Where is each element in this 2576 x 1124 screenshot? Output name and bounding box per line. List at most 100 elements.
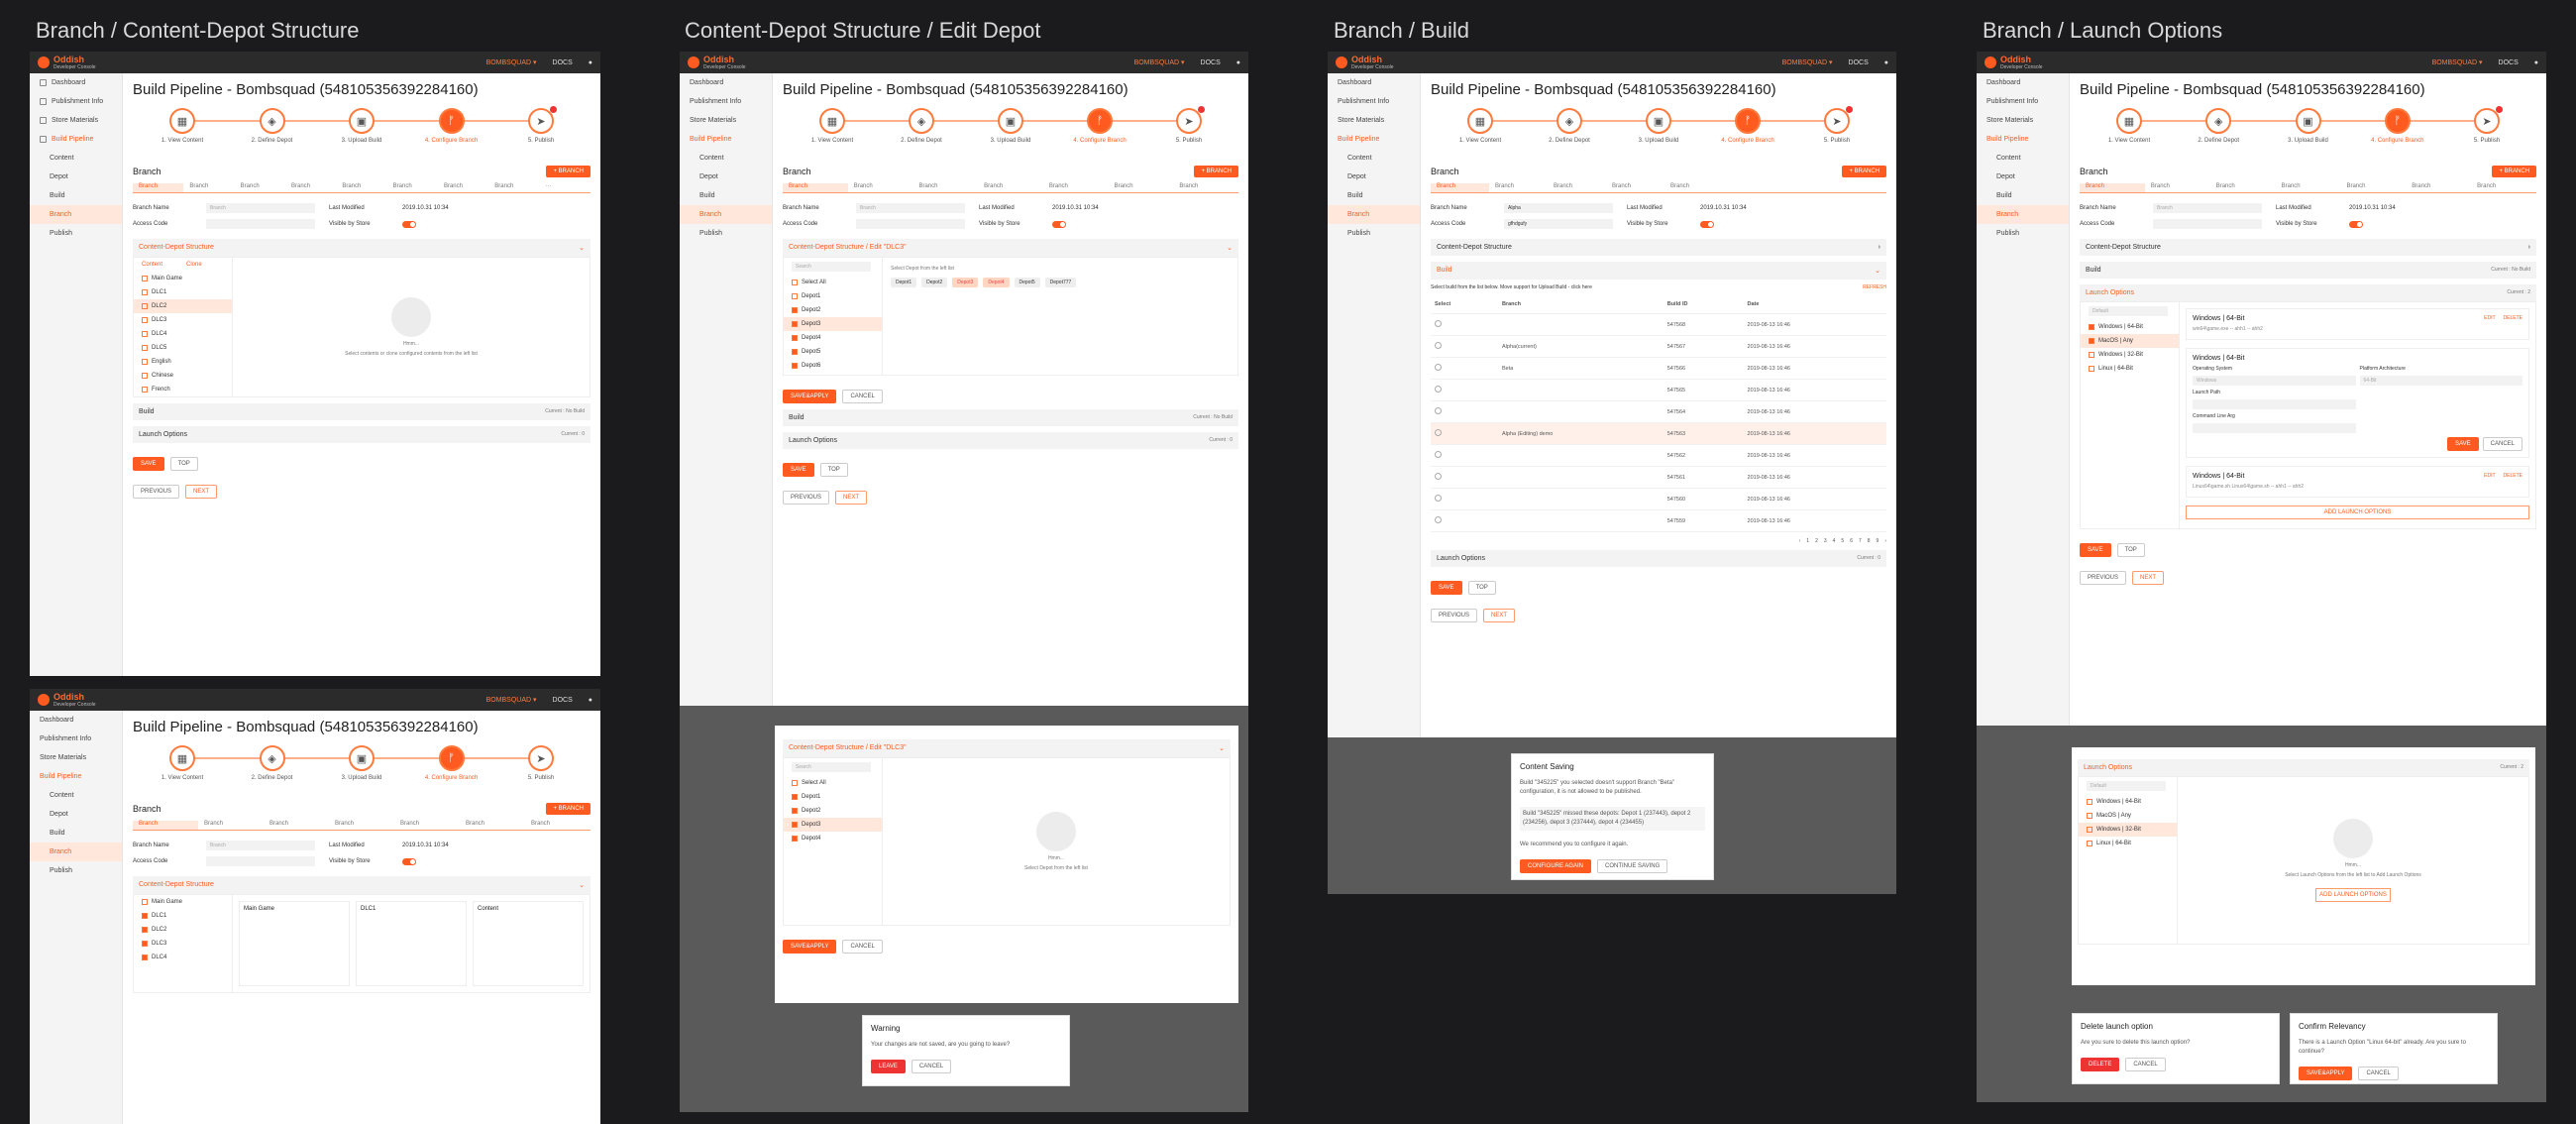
docs-link[interactable]: DOCS (553, 59, 573, 66)
sidebar-item-store[interactable]: Store Materials (1977, 111, 2069, 130)
list-item[interactable]: DLC4 (134, 327, 232, 341)
game-menu[interactable]: BOMBSQUAD ▾ (2432, 58, 2483, 66)
edit-button[interactable]: EDIT (2484, 473, 2495, 479)
radio-button[interactable] (1435, 320, 1442, 327)
list-item[interactable]: DLC5 (134, 341, 232, 355)
sidebar-item-publishment[interactable]: Publishment Info (1977, 92, 2069, 111)
table-row[interactable]: 547560 2019-08-13 16:46 (1431, 488, 1886, 510)
sidebar-item-dashboard[interactable]: Dashboard (30, 73, 122, 92)
page-link[interactable]: 6 (1850, 538, 1853, 544)
depot-chip[interactable]: Depot5 (1014, 278, 1040, 287)
page-link[interactable]: 8 (1868, 538, 1871, 544)
docs-link[interactable]: DOCS (1201, 59, 1221, 66)
next-button[interactable]: NEXT (1483, 609, 1516, 622)
sidebar-item-depot[interactable]: Depot (1977, 168, 2069, 186)
build-section-header[interactable]: Build Current : No Build (783, 409, 1238, 426)
page-link[interactable]: › (1884, 538, 1886, 544)
launch-section-header[interactable]: Launch Options Current : 0 (783, 432, 1238, 449)
radio-button[interactable] (1435, 429, 1442, 436)
edit-button[interactable]: EDIT (2484, 315, 2495, 321)
add-branch-button[interactable]: + BRANCH (1194, 166, 1238, 177)
radio-button[interactable] (1435, 516, 1442, 523)
sidebar-item-branch[interactable]: Branch (30, 843, 122, 861)
build-section-header[interactable]: Build Current : No Build (2080, 262, 2536, 279)
cancel-button[interactable]: CANCEL (842, 940, 883, 954)
depot-chip[interactable]: Depot4 (983, 278, 1010, 287)
continue-saving-button[interactable]: CONTINUE SAVING (1597, 859, 1668, 873)
depot-chip[interactable]: Depot1 (891, 278, 917, 287)
sidebar-item-store[interactable]: Store Materials (30, 111, 122, 130)
list-item[interactable]: DLC3 (134, 313, 232, 327)
sidebar-item-branch[interactable]: Branch (680, 205, 772, 224)
sidebar-item-pipeline[interactable]: Build Pipeline (680, 130, 772, 149)
step-upload-build[interactable]: ▣ 3. Upload Build (332, 108, 391, 158)
cancel-button[interactable]: CANCEL (2358, 1067, 2399, 1080)
cds-section-header[interactable]: Content-Depot Structure › (2080, 239, 2536, 256)
launch-section-header[interactable]: Launch Options Current : 0 (133, 426, 590, 443)
list-item[interactable]: Depot2 (784, 303, 882, 317)
checkbox[interactable] (142, 331, 148, 337)
save-button[interactable]: SAVE (2080, 543, 2111, 557)
visible-toggle[interactable] (402, 857, 416, 865)
table-row[interactable]: 547562 2019-08-13 16:46 (1431, 444, 1886, 467)
table-row[interactable]: 547559 2019-08-13 16:46 (1431, 509, 1886, 532)
game-menu[interactable]: BOMBSQUAD ▾ (1782, 58, 1833, 66)
list-item[interactable]: French (134, 383, 232, 396)
sidebar-item-publish[interactable]: Publish (30, 861, 122, 880)
radio-button[interactable] (1435, 364, 1442, 371)
step-define-depot[interactable]: ◈ 2. Define Depot (243, 108, 302, 158)
tab-branch[interactable]: Branch (285, 183, 336, 192)
docs-link[interactable]: DOCS (1849, 59, 1869, 66)
sidebar-item-build[interactable]: Build (30, 824, 122, 843)
next-button[interactable]: NEXT (2132, 571, 2165, 585)
sidebar-item-content[interactable]: Content (680, 149, 772, 168)
branch-name-input[interactable]: Branch (206, 841, 315, 850)
list-item[interactable]: Depot5 (784, 345, 882, 359)
next-button[interactable]: NEXT (835, 491, 868, 505)
table-row[interactable]: Alpha(current) 547567 2019-08-13 16:46 (1431, 335, 1886, 358)
page-link[interactable]: 9 (1877, 538, 1879, 544)
top-button[interactable]: TOP (169, 457, 198, 471)
sidebar-item-content[interactable]: Content (30, 786, 122, 805)
logo[interactable]: Oddish Developer Console (38, 55, 96, 70)
tab-branch[interactable]: Branch (133, 183, 184, 192)
sidebar-item-build[interactable]: Build (1977, 186, 2069, 205)
build-section-header[interactable]: Build Current : No Build (133, 403, 590, 420)
launch-path-input[interactable] (2193, 399, 2356, 409)
tab-branch[interactable]: Branch (235, 183, 285, 192)
cancel-button[interactable]: CANCEL (911, 1060, 952, 1073)
previous-button[interactable]: PREVIOUS (133, 485, 180, 499)
list-item[interactable]: DLC1 (134, 285, 232, 299)
table-row[interactable]: 547564 2019-08-13 16:46 (1431, 400, 1886, 423)
save-apply-button[interactable]: SAVE&APPLY (2299, 1067, 2353, 1080)
cancel-button[interactable]: CANCEL (2482, 437, 2522, 451)
page-link[interactable]: 5 (1841, 538, 1844, 544)
sidebar-item-content[interactable]: Content (30, 149, 122, 168)
previous-button[interactable]: PREVIOUS (2080, 571, 2127, 585)
tab-branch[interactable]: Branch (387, 183, 438, 192)
top-button[interactable]: TOP (1467, 581, 1496, 595)
add-launch-options-button[interactable]: ADD LAUNCH OPTIONS (2315, 888, 2391, 902)
cds-section-header[interactable]: Content-Depot Structure ⌄ (133, 876, 590, 894)
delete-button[interactable]: DELETE (2504, 473, 2522, 479)
access-code-input[interactable]: gfhdgufy (1504, 219, 1613, 229)
save-button[interactable]: SAVE (1431, 581, 1462, 595)
step-publish[interactable]: ➤ 5. Publish (511, 106, 571, 158)
launch-default-select[interactable]: Default (2087, 781, 2166, 791)
save-button[interactable]: SAVE (2447, 437, 2479, 451)
branch-name-input[interactable]: Branch (206, 203, 315, 213)
access-code-input[interactable] (856, 219, 965, 229)
cancel-button[interactable]: CANCEL (2125, 1058, 2166, 1071)
radio-button[interactable] (1435, 451, 1442, 458)
sidebar-item-dashboard[interactable]: Dashboard (30, 711, 122, 730)
list-item[interactable]: DLC2 (134, 299, 232, 313)
refresh-button[interactable]: REFRESH (1863, 284, 1886, 290)
depot-chip[interactable]: Depot777 (1044, 278, 1077, 287)
sidebar-item-publishment[interactable]: Publishment Info (680, 92, 772, 111)
user-icon[interactable]: ● (589, 697, 592, 704)
cancel-button[interactable]: CANCEL (842, 390, 883, 403)
launch-section-header[interactable]: Launch Options Current : 0 (1431, 550, 1886, 567)
table-row[interactable]: Alpha (Editing) demo 547563 2019-08-13 16:… (1431, 422, 1886, 445)
sidebar-item-branch[interactable]: Branch (1977, 205, 2069, 224)
depot-chip[interactable]: Depot3 (952, 278, 979, 287)
